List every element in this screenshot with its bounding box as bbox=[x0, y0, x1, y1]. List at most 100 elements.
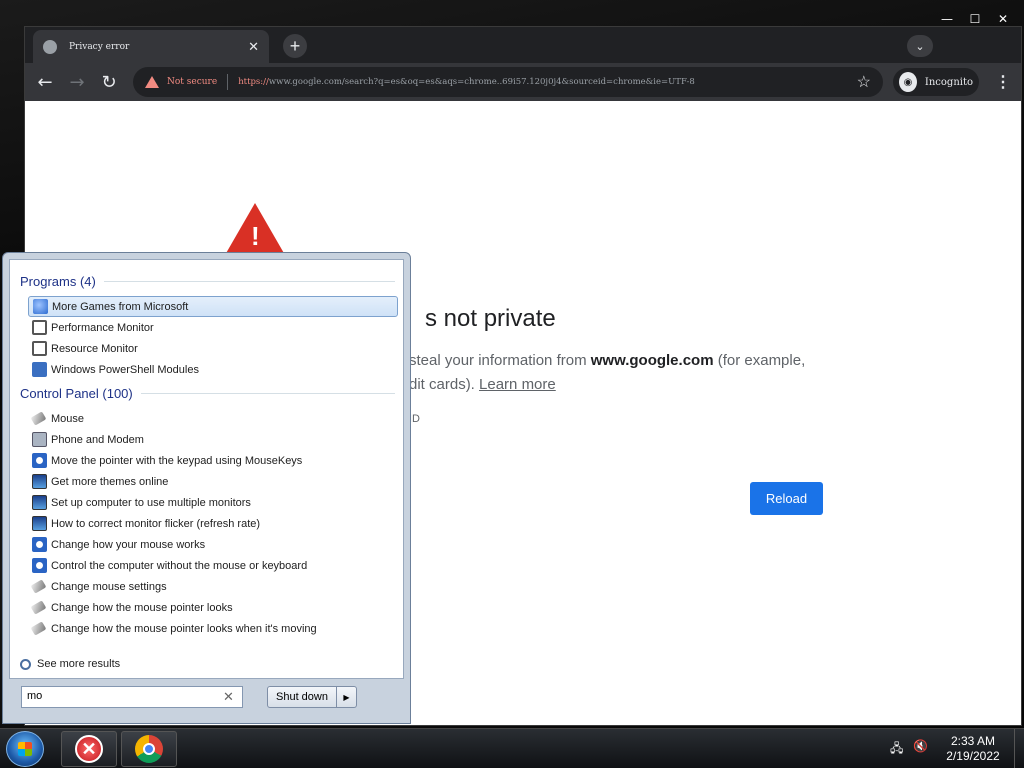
program-label: Performance Monitor bbox=[51, 321, 154, 334]
mouse-icon bbox=[30, 411, 47, 426]
incognito-label: Incognito bbox=[924, 76, 973, 88]
program-item[interactable]: Resource Monitor bbox=[28, 338, 398, 359]
not-secure-warning-icon bbox=[145, 76, 159, 88]
powershell-icon bbox=[32, 362, 47, 377]
not-secure-label[interactable]: Not secure bbox=[167, 77, 217, 87]
control-item[interactable]: Change how the mouse pointer looks bbox=[28, 597, 398, 618]
control-label: Move the pointer with the keypad using M… bbox=[51, 454, 303, 467]
shut-down-button[interactable]: Shut down bbox=[267, 686, 337, 708]
monitor-icon bbox=[32, 495, 47, 510]
monitor-icon bbox=[32, 516, 47, 531]
tab-title: Privacy error bbox=[69, 41, 130, 52]
desc-text-c: (for example, bbox=[713, 352, 806, 369]
start-search-input[interactable]: mo bbox=[21, 686, 243, 708]
control-item[interactable]: Change mouse settings bbox=[28, 576, 398, 597]
control-item[interactable]: How to correct monitor flicker (refresh … bbox=[28, 513, 398, 534]
omnibox-separator bbox=[227, 74, 229, 90]
tab-close-icon[interactable]: ✕ bbox=[248, 39, 259, 55]
desc-text-a: steal your information from bbox=[409, 352, 591, 369]
forward-arrow-icon[interactable]: → bbox=[65, 70, 89, 94]
control-label: Set up computer to use multiple monitors bbox=[51, 496, 251, 509]
error-description-line2: dit cards). Learn more bbox=[409, 376, 556, 393]
learn-more-link[interactable]: Learn more bbox=[479, 376, 556, 393]
maximize-icon[interactable]: ☐ bbox=[962, 12, 988, 26]
mouse-icon bbox=[30, 579, 47, 594]
taskbar-app-error[interactable]: ✕ bbox=[61, 731, 117, 767]
chrome-icon bbox=[135, 735, 163, 763]
control-item[interactable]: Phone and Modem bbox=[28, 429, 398, 450]
see-more-label: See more results bbox=[37, 658, 121, 670]
control-label: Phone and Modem bbox=[51, 433, 144, 446]
volume-muted-icon[interactable]: 🔇 bbox=[913, 739, 928, 760]
control-panel-group-header: Control Panel (100) bbox=[20, 386, 395, 401]
bookmark-star-icon[interactable]: ☆ bbox=[857, 72, 871, 92]
perf-monitor-icon bbox=[32, 320, 47, 335]
control-label: Change how your mouse works bbox=[51, 538, 206, 551]
kebab-menu-icon[interactable]: ⋮ bbox=[995, 72, 1011, 92]
control-label: Change mouse settings bbox=[51, 580, 167, 593]
window-controls: — ☐ ✕ bbox=[934, 12, 1016, 26]
programs-group-header: Programs (4) bbox=[20, 274, 395, 289]
url-text[interactable]: https://www.google.com/search?q=es&oq=es… bbox=[238, 77, 848, 87]
phone-modem-icon bbox=[32, 432, 47, 447]
program-label: More Games from Microsoft bbox=[52, 300, 189, 313]
tab-strip: Privacy error ✕ + ⌄ bbox=[25, 27, 1021, 63]
url-scheme: https:// bbox=[238, 77, 269, 87]
program-item[interactable]: More Games from Microsoft bbox=[28, 296, 398, 317]
show-desktop-button[interactable] bbox=[1014, 729, 1024, 768]
taskbar: ✕ 🖧 🔇 2:33 AM 2/19/2022 bbox=[0, 728, 1024, 768]
ease-of-access-icon bbox=[32, 537, 47, 552]
control-item[interactable]: Get more themes online bbox=[28, 471, 398, 492]
mouse-icon bbox=[30, 600, 47, 615]
start-menu: Programs (4) More Games from Microsoft P… bbox=[2, 252, 411, 724]
clock[interactable]: 2:33 AM 2/19/2022 bbox=[938, 734, 1008, 764]
control-item[interactable]: Mouse bbox=[28, 408, 398, 429]
tab-privacy-error[interactable]: Privacy error ✕ bbox=[33, 30, 269, 63]
back-arrow-icon[interactable]: ← bbox=[33, 70, 57, 94]
address-bar[interactable]: Not secure https://www.google.com/search… bbox=[133, 67, 883, 97]
reload-icon[interactable]: ↻ bbox=[97, 70, 121, 94]
clock-time: 2:33 AM bbox=[950, 734, 996, 748]
start-button[interactable] bbox=[6, 731, 44, 767]
new-tab-button[interactable]: + bbox=[283, 34, 307, 58]
control-label: Change how the mouse pointer looks bbox=[51, 601, 233, 614]
error-description-line1: steal your information from www.google.c… bbox=[409, 352, 805, 369]
warning-exclamation: ! bbox=[251, 221, 260, 251]
url-rest: www.google.com/search?q=es&oq=es&aqs=chr… bbox=[268, 77, 695, 87]
taskbar-app-chrome[interactable] bbox=[121, 731, 177, 767]
program-item[interactable]: Windows PowerShell Modules bbox=[28, 359, 398, 380]
error-app-icon: ✕ bbox=[75, 735, 103, 763]
incognito-icon: ◉ bbox=[899, 72, 917, 92]
clear-search-icon[interactable]: ✕ bbox=[223, 689, 234, 705]
desc-text-d: dit cards). bbox=[409, 376, 480, 393]
start-menu-results: Programs (4) More Games from Microsoft P… bbox=[9, 259, 404, 679]
tab-search-button[interactable]: ⌄ bbox=[907, 35, 933, 57]
clock-date: 2/19/2022 bbox=[946, 749, 1000, 763]
minimize-icon[interactable]: — bbox=[934, 12, 960, 26]
control-item[interactable]: Change how your mouse works bbox=[28, 534, 398, 555]
see-more-results-link[interactable]: See more results bbox=[20, 658, 120, 670]
control-item[interactable]: Control the computer without the mouse o… bbox=[28, 555, 398, 576]
personalization-icon bbox=[32, 474, 47, 489]
reload-button[interactable]: Reload bbox=[750, 482, 823, 515]
control-item[interactable]: Move the pointer with the keypad using M… bbox=[28, 450, 398, 471]
control-label: How to correct monitor flicker (refresh … bbox=[51, 517, 261, 530]
search-icon bbox=[20, 658, 31, 670]
program-item[interactable]: Performance Monitor bbox=[28, 317, 398, 338]
control-item[interactable]: Set up computer to use multiple monitors bbox=[28, 492, 398, 513]
control-label: Control the computer without the mouse o… bbox=[51, 559, 308, 572]
network-icon[interactable]: 🖧 bbox=[890, 739, 903, 760]
group-divider bbox=[140, 393, 395, 394]
globe-icon bbox=[43, 39, 57, 54]
program-label: Windows PowerShell Modules bbox=[51, 363, 199, 376]
control-item[interactable]: Change how the mouse pointer looks when … bbox=[28, 618, 398, 639]
error-heading: s not private bbox=[425, 305, 556, 332]
programs-header-label: Programs (4) bbox=[20, 274, 96, 289]
shutdown-options-arrow-icon[interactable]: ▶ bbox=[337, 686, 357, 708]
incognito-indicator[interactable]: ◉ Incognito bbox=[893, 68, 979, 96]
games-icon bbox=[33, 299, 48, 314]
close-window-icon[interactable]: ✕ bbox=[990, 12, 1016, 26]
control-label: Get more themes online bbox=[51, 475, 169, 488]
mouse-icon bbox=[30, 621, 47, 636]
resource-monitor-icon bbox=[32, 341, 47, 356]
